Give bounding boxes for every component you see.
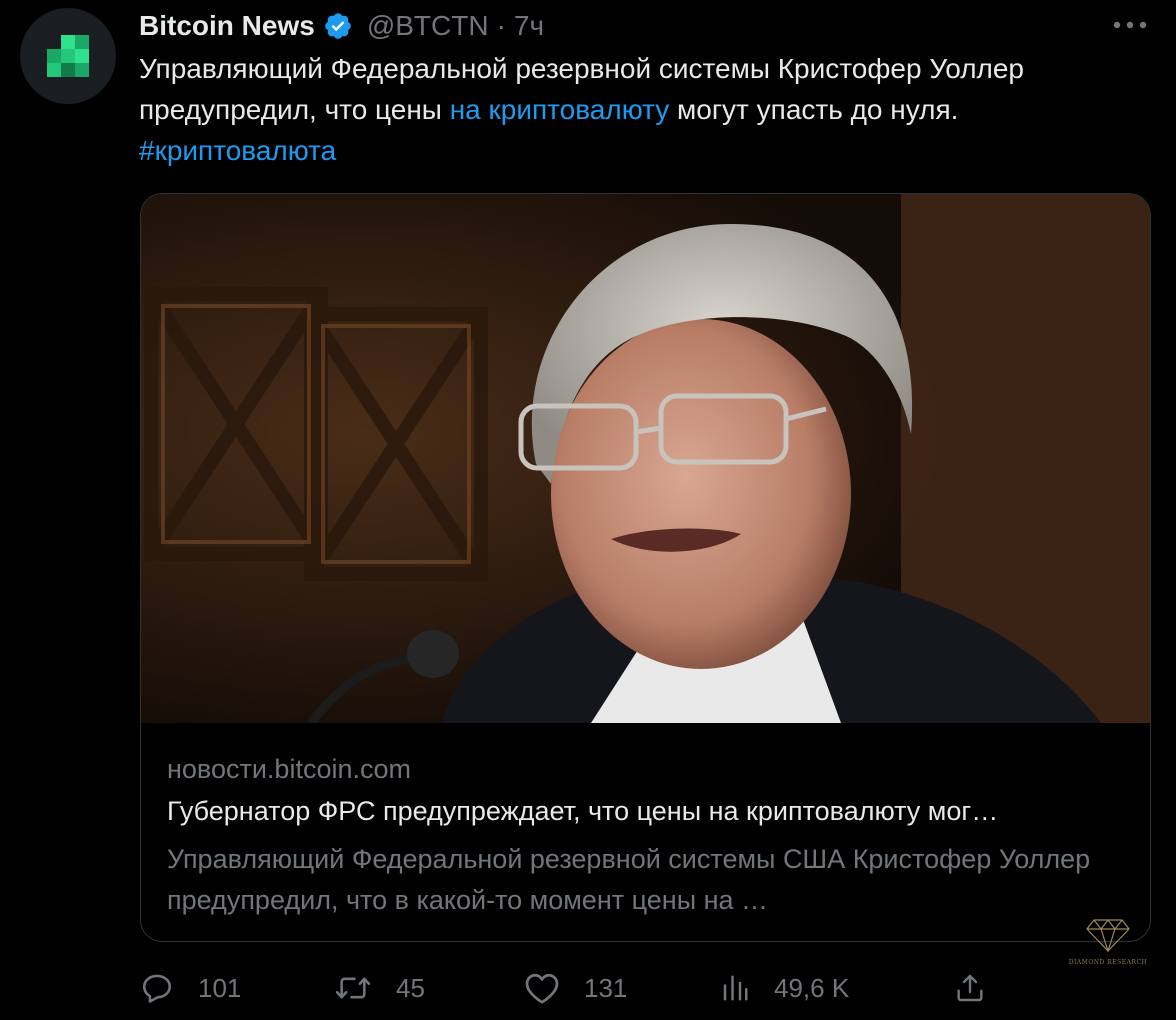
tweet-timestamp[interactable]: 7ч bbox=[514, 10, 544, 42]
retweet-count: 45 bbox=[396, 972, 425, 1003]
share-button[interactable] bbox=[954, 968, 986, 1008]
card-title: Губернатор ФРС предупреждает, что цены н… bbox=[167, 796, 999, 826]
more-options-button[interactable] bbox=[1110, 10, 1150, 40]
card-domain: новости.bitcoin.com bbox=[167, 754, 411, 784]
tweet-header: Bitcoin News @BTCTN · 7ч bbox=[139, 6, 544, 46]
share-icon bbox=[957, 974, 983, 1002]
author-name[interactable]: Bitcoin News bbox=[139, 10, 315, 42]
header-separator: · bbox=[496, 10, 506, 41]
retweet-button[interactable]: 45 bbox=[334, 968, 425, 1008]
heart-icon bbox=[525, 973, 559, 1004]
tweet-text: Управляющий Федеральной резервной систем… bbox=[139, 48, 1149, 171]
card-description: Управляющий Федеральной резервной систем… bbox=[167, 844, 1091, 915]
like-button[interactable]: 131 bbox=[524, 968, 627, 1008]
link-preview-card[interactable]: новости.bitcoin.com Губернатор ФРС преду… bbox=[140, 193, 1151, 942]
views-count: 49,6 K bbox=[774, 972, 850, 1003]
author-handle[interactable]: @BTCTN bbox=[367, 10, 489, 42]
retweet-icon bbox=[335, 977, 371, 999]
views-button[interactable]: 49,6 K bbox=[720, 968, 849, 1008]
like-count: 131 bbox=[584, 972, 628, 1003]
views-chart-icon bbox=[723, 975, 748, 1001]
card-photo bbox=[141, 194, 1150, 723]
more-dots-icon bbox=[1113, 21, 1147, 29]
verified-badge-icon bbox=[323, 11, 353, 41]
tweet-link[interactable]: на криптовалюту bbox=[450, 94, 670, 125]
reply-icon bbox=[142, 974, 172, 1003]
tweet-text-part2: могут упасть до нуля. bbox=[669, 94, 959, 125]
watermark-text: DIAMOND RESEARCH bbox=[1068, 959, 1148, 966]
hashtag-link[interactable]: #криптовалюта bbox=[139, 135, 336, 166]
watermark: DIAMOND RESEARCH bbox=[1068, 918, 1148, 978]
diamond-logo-icon bbox=[1086, 919, 1130, 953]
card-photo-illustration bbox=[141, 194, 1150, 723]
pixel-logo-icon bbox=[47, 35, 89, 77]
avatar[interactable] bbox=[20, 8, 116, 104]
reply-button[interactable]: 101 bbox=[140, 968, 241, 1008]
reply-count: 101 bbox=[198, 972, 242, 1003]
